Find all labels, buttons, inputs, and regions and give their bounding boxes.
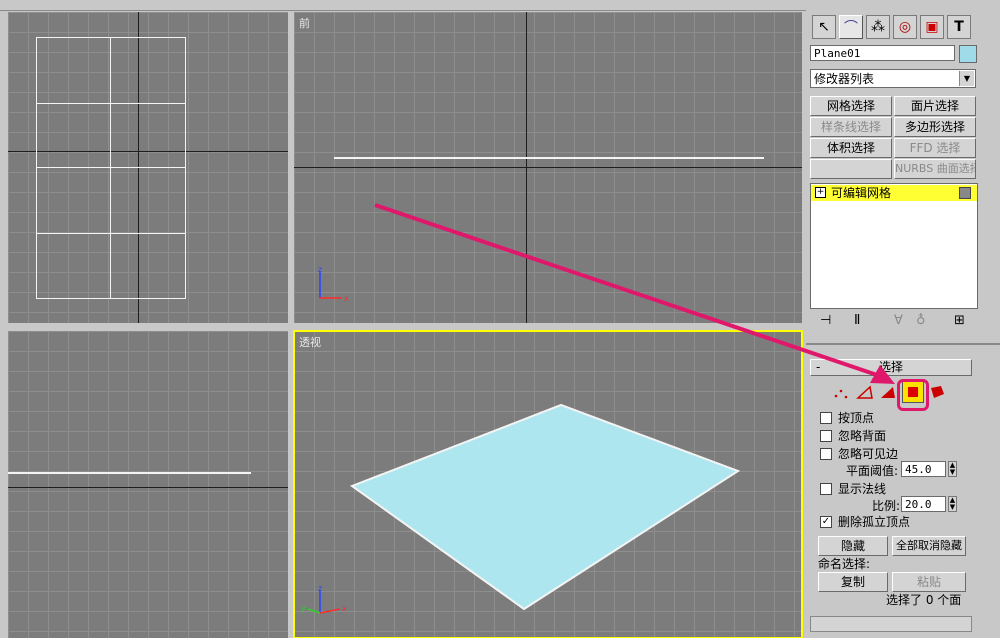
- annotation-arrow: [374, 203, 895, 384]
- annotation-highlight-box: [897, 379, 929, 411]
